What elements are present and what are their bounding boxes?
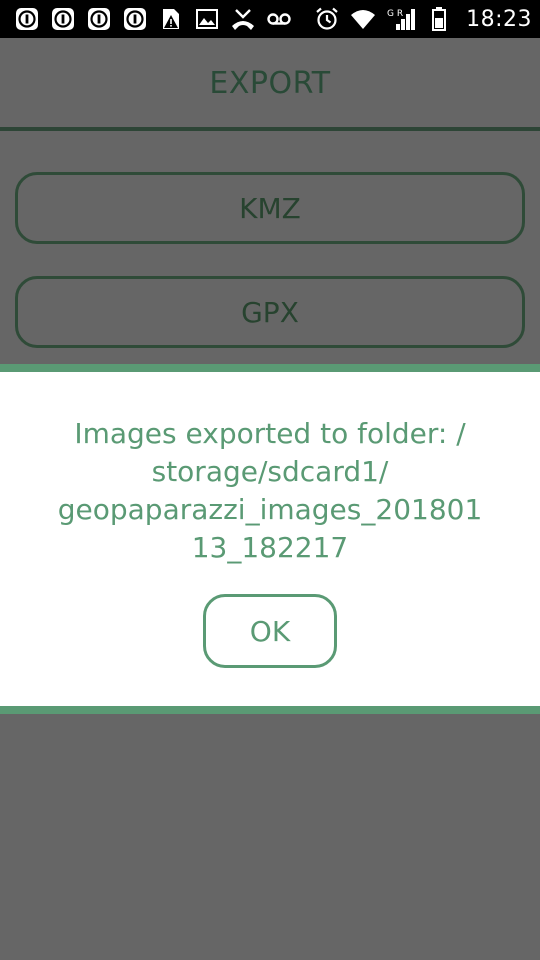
image-icon	[194, 6, 220, 32]
title-bar: EXPORT	[0, 38, 540, 128]
status-bar: G R 18:23	[0, 0, 540, 38]
app-notification-icon	[14, 6, 40, 32]
battery-icon	[426, 6, 452, 32]
notification-icons	[14, 6, 292, 32]
sim-warning-icon	[158, 6, 184, 32]
gpx-export-button[interactable]: GPX	[15, 276, 525, 348]
dialog-message-line: Images exported to folder: /	[74, 417, 466, 450]
app-notification-icon	[122, 6, 148, 32]
dialog-message-line: geopaparazzi_images_201801	[57, 493, 483, 526]
alarm-icon	[314, 6, 340, 32]
missed-call-icon	[230, 6, 256, 32]
dialog-message: Images exported to folder: / storage/sdc…	[40, 415, 500, 567]
status-clock: 18:23	[466, 6, 532, 32]
app-notification-icon	[50, 6, 76, 32]
network-type-label: G R	[387, 9, 403, 19]
signal-icon: G R	[386, 6, 416, 32]
page-title: EXPORT	[209, 65, 331, 101]
app-notification-icon	[86, 6, 112, 32]
voicemail-icon	[266, 6, 292, 32]
ok-button[interactable]: OK	[203, 594, 337, 668]
wifi-icon	[350, 6, 376, 32]
title-divider	[0, 127, 540, 131]
kmz-export-button[interactable]: KMZ	[15, 172, 525, 244]
dialog-message-line: 13_182217	[191, 531, 349, 564]
export-result-dialog: Images exported to folder: / storage/sdc…	[0, 364, 540, 714]
system-icons: G R 18:23	[314, 6, 532, 32]
dialog-message-line: storage/sdcard1/	[151, 455, 389, 488]
